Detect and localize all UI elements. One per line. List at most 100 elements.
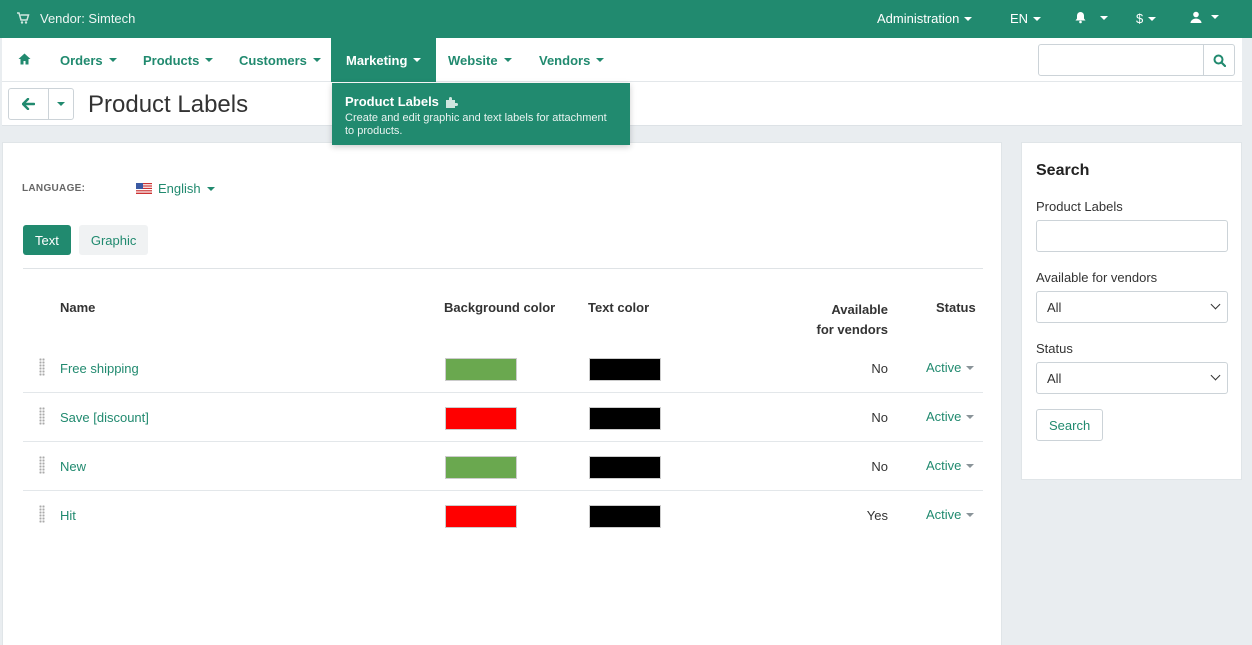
label-name-link[interactable]: Save [discount] [60, 410, 149, 425]
available-for-vendors-select[interactable]: All [1036, 291, 1228, 323]
status-label: Active [926, 458, 962, 473]
search-icon [1213, 54, 1226, 67]
status-dropdown[interactable]: Active [926, 409, 975, 424]
chevron-down-icon [413, 58, 422, 62]
nav-vendors-label: Vendors [539, 52, 591, 68]
label-name-link[interactable]: Hit [60, 508, 76, 523]
chevron-down-icon [1148, 16, 1157, 21]
column-header-status[interactable]: Status [936, 300, 976, 315]
chevron-down-icon [966, 414, 975, 419]
administration-menu[interactable]: Administration [877, 11, 973, 26]
available-for-vendors-value: Yes [866, 508, 888, 523]
nav-vendors[interactable]: Vendors [539, 38, 605, 82]
vendor-name[interactable]: Vendor: Simtech [40, 11, 135, 26]
chevron-down-icon [1211, 15, 1219, 19]
chevron-down-icon [596, 58, 605, 62]
status-field-label: Status [1036, 341, 1073, 356]
main-nav: Orders Products Customers Marketing Webs… [2, 38, 1242, 82]
status-select[interactable]: All [1036, 362, 1228, 394]
nav-products[interactable]: Products [143, 38, 214, 82]
column-header-name[interactable]: Name [60, 300, 95, 315]
search-button[interactable]: Search [1036, 409, 1104, 441]
history-dropdown-button[interactable] [48, 88, 74, 120]
page-title: Product Labels [88, 91, 249, 118]
drag-handle-icon[interactable] [39, 505, 45, 523]
language-menu[interactable]: EN [1010, 11, 1042, 26]
text-color-swatch [589, 505, 661, 528]
currency-menu[interactable]: $ [1136, 11, 1157, 26]
arrow-left-icon [22, 98, 35, 110]
column-header-available: Available for vendors [803, 300, 888, 340]
us-flag-icon [136, 183, 152, 194]
chevron-down-icon [1210, 370, 1221, 381]
marketing-dropdown-menu: Product Labels Create and edit graphic a… [332, 83, 630, 145]
language-label: EN [1010, 11, 1029, 26]
drag-handle-icon[interactable] [39, 407, 45, 425]
background-color-swatch [445, 456, 517, 479]
back-button[interactable] [8, 88, 49, 120]
background-color-swatch [445, 407, 517, 430]
menu-item-product-labels[interactable]: Product Labels [345, 94, 617, 109]
nav-orders-label: Orders [60, 52, 103, 68]
chevron-down-icon [966, 365, 975, 370]
status-dropdown[interactable]: Active [926, 360, 975, 375]
nav-orders[interactable]: Orders [60, 38, 117, 82]
product-labels-search-input[interactable] [1036, 220, 1228, 252]
available-for-vendors-value: No [871, 410, 888, 425]
drag-handle-icon[interactable] [39, 358, 45, 376]
nav-website[interactable]: Website [448, 38, 512, 82]
divider [23, 268, 983, 269]
language-field-label: LANGUAGE: [22, 183, 86, 194]
nav-customers-label: Customers [239, 52, 307, 68]
column-header-text-color: Text color [588, 300, 650, 315]
status-dropdown[interactable]: Active [926, 507, 975, 522]
table-row: New No Active [23, 442, 983, 491]
status-label: Active [926, 360, 962, 375]
puzzle-icon [445, 96, 458, 108]
column-header-available-line2: for vendors [816, 322, 888, 337]
top-bar: Vendor: Simtech Administration EN $ [0, 0, 1252, 38]
notifications-menu[interactable] [1074, 11, 1108, 24]
chevron-down-icon [108, 58, 117, 62]
nav-marketing[interactable]: Marketing [331, 38, 437, 82]
home-icon[interactable] [18, 53, 31, 65]
bell-icon [1075, 12, 1086, 24]
chevron-down-icon [1033, 16, 1042, 21]
cart-icon[interactable] [16, 11, 30, 25]
chevron-down-icon [1100, 15, 1108, 20]
background-color-swatch [445, 358, 517, 381]
label-name-link[interactable]: New [60, 459, 86, 474]
nav-products-label: Products [143, 52, 200, 68]
available-for-vendors-field-label: Available for vendors [1036, 270, 1158, 285]
available-for-vendors-value: No [871, 361, 888, 376]
administration-label: Administration [877, 11, 960, 26]
tab-graphic[interactable]: Graphic [78, 225, 149, 255]
chevron-down-icon [966, 512, 975, 517]
language-value: English [158, 181, 201, 196]
drag-handle-icon[interactable] [39, 456, 45, 474]
language-selector[interactable]: English [136, 181, 215, 196]
nav-customers[interactable]: Customers [239, 38, 321, 82]
tab-text[interactable]: Text [23, 225, 71, 255]
currency-label: $ [1136, 11, 1144, 26]
text-color-swatch [589, 358, 661, 381]
chevron-down-icon [205, 58, 214, 62]
table-row: Save [discount] No Active [23, 393, 983, 442]
table-row: Free shipping No Active [23, 344, 983, 393]
available-for-vendors-value: No [871, 459, 888, 474]
global-search-button[interactable] [1203, 44, 1235, 76]
text-color-swatch [589, 407, 661, 430]
main-panel: LANGUAGE: English Text Graphic Name Back… [2, 142, 1002, 645]
label-type-tabs: Text Graphic [23, 225, 149, 255]
chevron-down-icon [57, 102, 65, 106]
status-selected: All [1047, 370, 1062, 386]
column-header-available-line1: Available [831, 302, 888, 317]
user-menu[interactable] [1190, 11, 1219, 23]
global-search-input[interactable] [1038, 44, 1204, 76]
column-header-background: Background color [444, 300, 556, 315]
label-name-link[interactable]: Free shipping [60, 361, 139, 376]
search-sidebar: Search Product Labels Available for vend… [1021, 142, 1242, 480]
menu-item-product-labels-label: Product Labels [345, 94, 439, 109]
product-labels-field-label: Product Labels [1036, 199, 1123, 214]
status-dropdown[interactable]: Active [926, 458, 975, 473]
